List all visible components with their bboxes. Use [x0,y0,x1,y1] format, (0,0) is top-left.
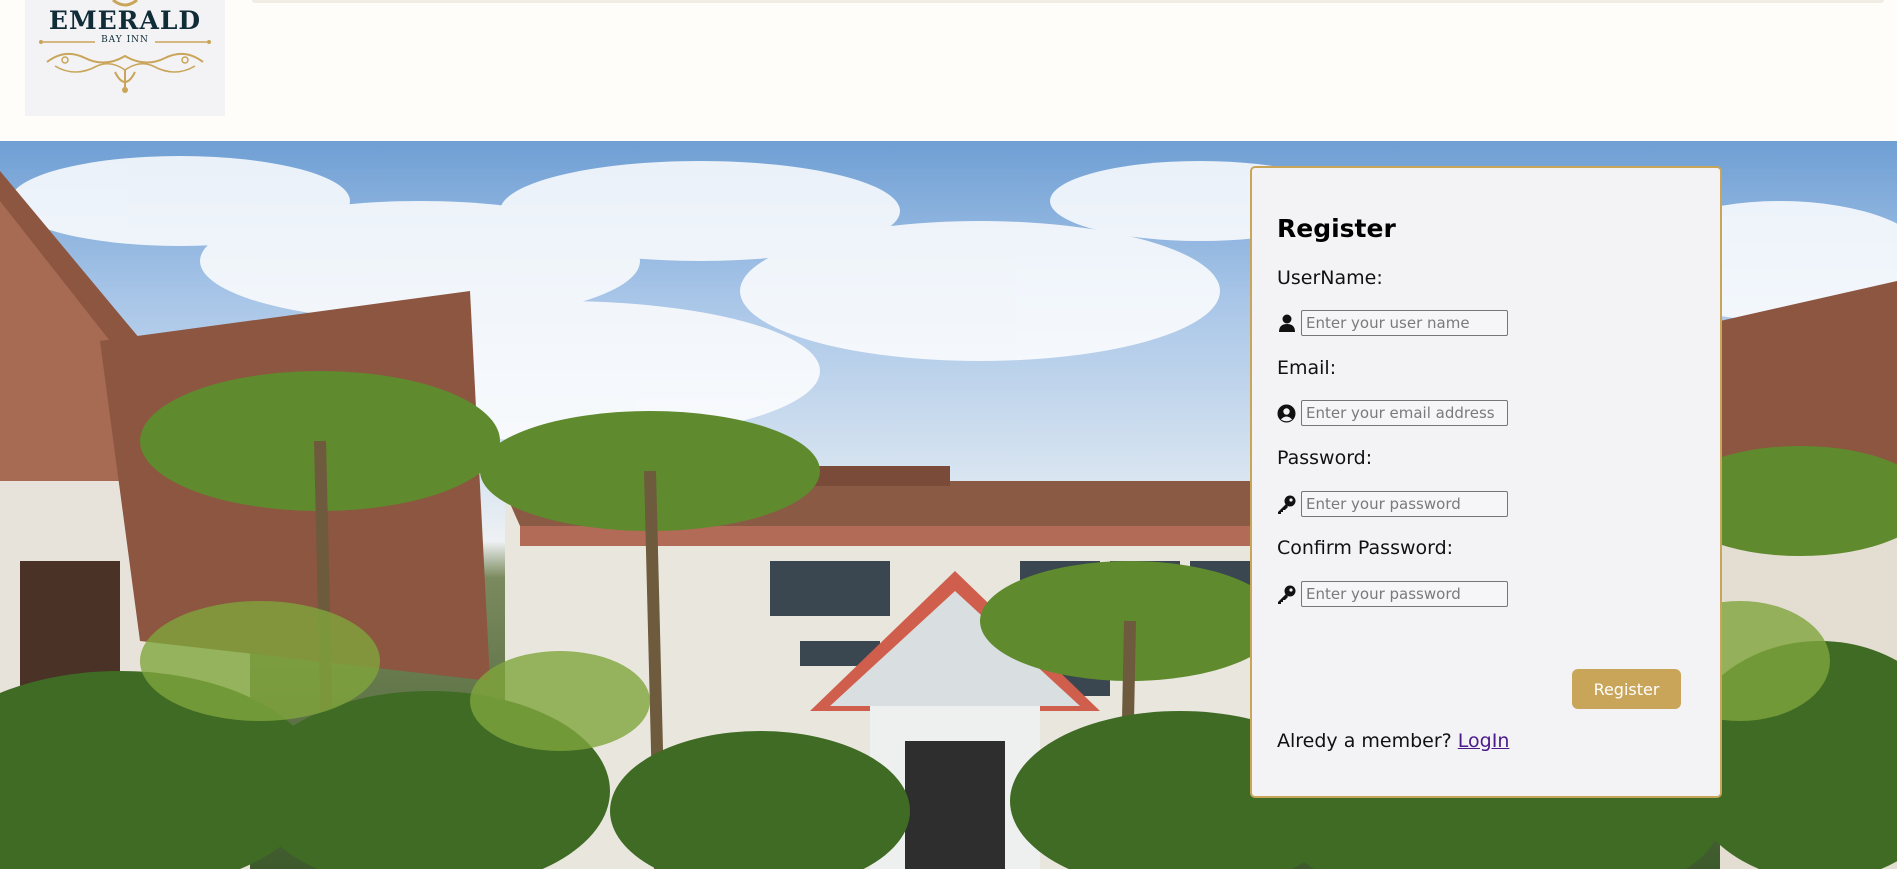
member-prompt: Alredy a member? LogIn [1277,730,1509,752]
username-row [1277,309,1508,337]
email-row [1277,399,1508,427]
email-label: Email: [1277,357,1337,379]
password-label: Password: [1277,447,1373,469]
username-label: UserName: [1277,267,1383,289]
register-button[interactable]: Register [1572,669,1681,709]
login-link[interactable]: LogIn [1458,730,1510,752]
user-circle-icon [1277,402,1296,424]
form-title: Register [1277,214,1396,243]
user-icon [1277,312,1296,334]
key-icon [1277,583,1296,605]
logo[interactable]: EMERALD BAY INN [25,0,225,116]
member-text: Alredy a member? [1277,730,1452,752]
logo-name: EMERALD [48,6,202,35]
logo-subtitle: BAY INN [101,35,149,45]
email-input[interactable] [1301,400,1508,426]
confirm-password-input[interactable] [1301,581,1508,607]
confirm-password-label: Confirm Password: [1277,537,1454,559]
password-input[interactable] [1301,491,1508,517]
confirm-password-row [1277,580,1508,608]
password-row [1277,490,1508,518]
page: EMERALD BAY INN Register UserName: Enter… [0,0,1897,869]
nav-bar [252,0,1884,3]
header: EMERALD BAY INN [0,0,1897,141]
register-form: Register UserName: Email: Password: Conf [1250,166,1722,798]
username-input[interactable] [1301,310,1508,336]
key-icon [1277,493,1296,515]
